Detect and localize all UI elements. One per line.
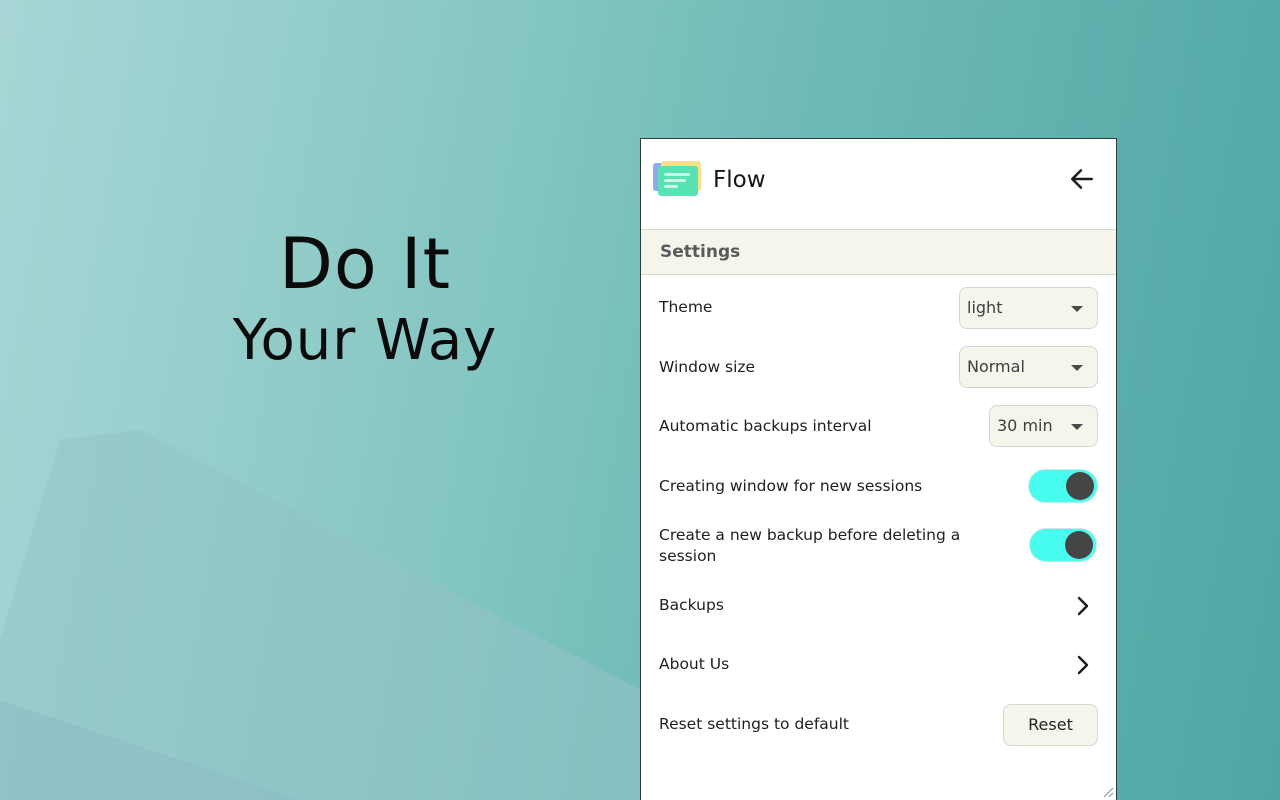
app-title: Flow bbox=[713, 167, 766, 193]
arrow-left-icon bbox=[1071, 169, 1093, 189]
caret-down-icon bbox=[1071, 365, 1083, 371]
hero-headline: Do It Your Way bbox=[200, 222, 530, 376]
reset-button[interactable]: Reset bbox=[1003, 704, 1098, 746]
backup-before-delete-label: Create a new backup before deleting a se… bbox=[659, 526, 961, 565]
panel-header: Flow bbox=[641, 139, 1116, 229]
backup-before-delete-row: Create a new backup before deleting a se… bbox=[641, 523, 1116, 571]
caret-down-icon bbox=[1071, 424, 1083, 430]
backup-interval-label: Automatic backups interval bbox=[659, 417, 872, 435]
theme-row: Theme light bbox=[641, 285, 1116, 331]
window-size-select[interactable]: Normal bbox=[959, 346, 1098, 388]
theme-select[interactable]: light bbox=[959, 287, 1098, 329]
theme-value: light bbox=[967, 298, 1003, 317]
backup-interval-select[interactable]: 30 min bbox=[989, 405, 1098, 447]
stacked-cards-logo-icon bbox=[653, 161, 701, 196]
back-button[interactable] bbox=[1066, 163, 1098, 195]
window-size-label: Window size bbox=[659, 358, 756, 376]
caret-down-icon bbox=[1071, 306, 1083, 312]
backup-before-delete-toggle[interactable] bbox=[1029, 528, 1097, 562]
settings-panel: Flow Settings Theme light Window size No… bbox=[640, 138, 1117, 800]
toggle-knob bbox=[1066, 472, 1094, 500]
backup-interval-row: Automatic backups interval 30 min bbox=[641, 404, 1116, 450]
chevron-right-icon[interactable] bbox=[1076, 596, 1090, 616]
reset-label: Reset settings to default bbox=[659, 715, 849, 733]
backups-row[interactable]: Backups bbox=[641, 585, 1116, 625]
settings-section-header: Settings bbox=[641, 229, 1116, 275]
new-window-sessions-row: Creating window for new sessions bbox=[641, 467, 1116, 507]
new-window-sessions-label: Creating window for new sessions bbox=[659, 477, 923, 495]
section-title: Settings bbox=[660, 242, 741, 262]
backup-interval-value: 30 min bbox=[997, 416, 1053, 435]
chevron-right-icon[interactable] bbox=[1076, 655, 1090, 675]
backups-label: Backups bbox=[659, 596, 724, 614]
window-size-value: Normal bbox=[967, 357, 1025, 376]
about-us-row[interactable]: About Us bbox=[641, 645, 1116, 685]
about-us-label: About Us bbox=[659, 655, 730, 673]
reset-row: Reset settings to default Reset bbox=[641, 703, 1116, 749]
toggle-knob bbox=[1065, 531, 1093, 559]
hero-line-2: Your Way bbox=[232, 308, 498, 373]
resize-grip-icon[interactable] bbox=[1102, 786, 1114, 798]
hero-line-1: Do It bbox=[278, 223, 452, 305]
theme-label: Theme bbox=[659, 298, 713, 316]
window-size-row: Window size Normal bbox=[641, 345, 1116, 391]
new-window-sessions-toggle[interactable] bbox=[1028, 469, 1098, 503]
